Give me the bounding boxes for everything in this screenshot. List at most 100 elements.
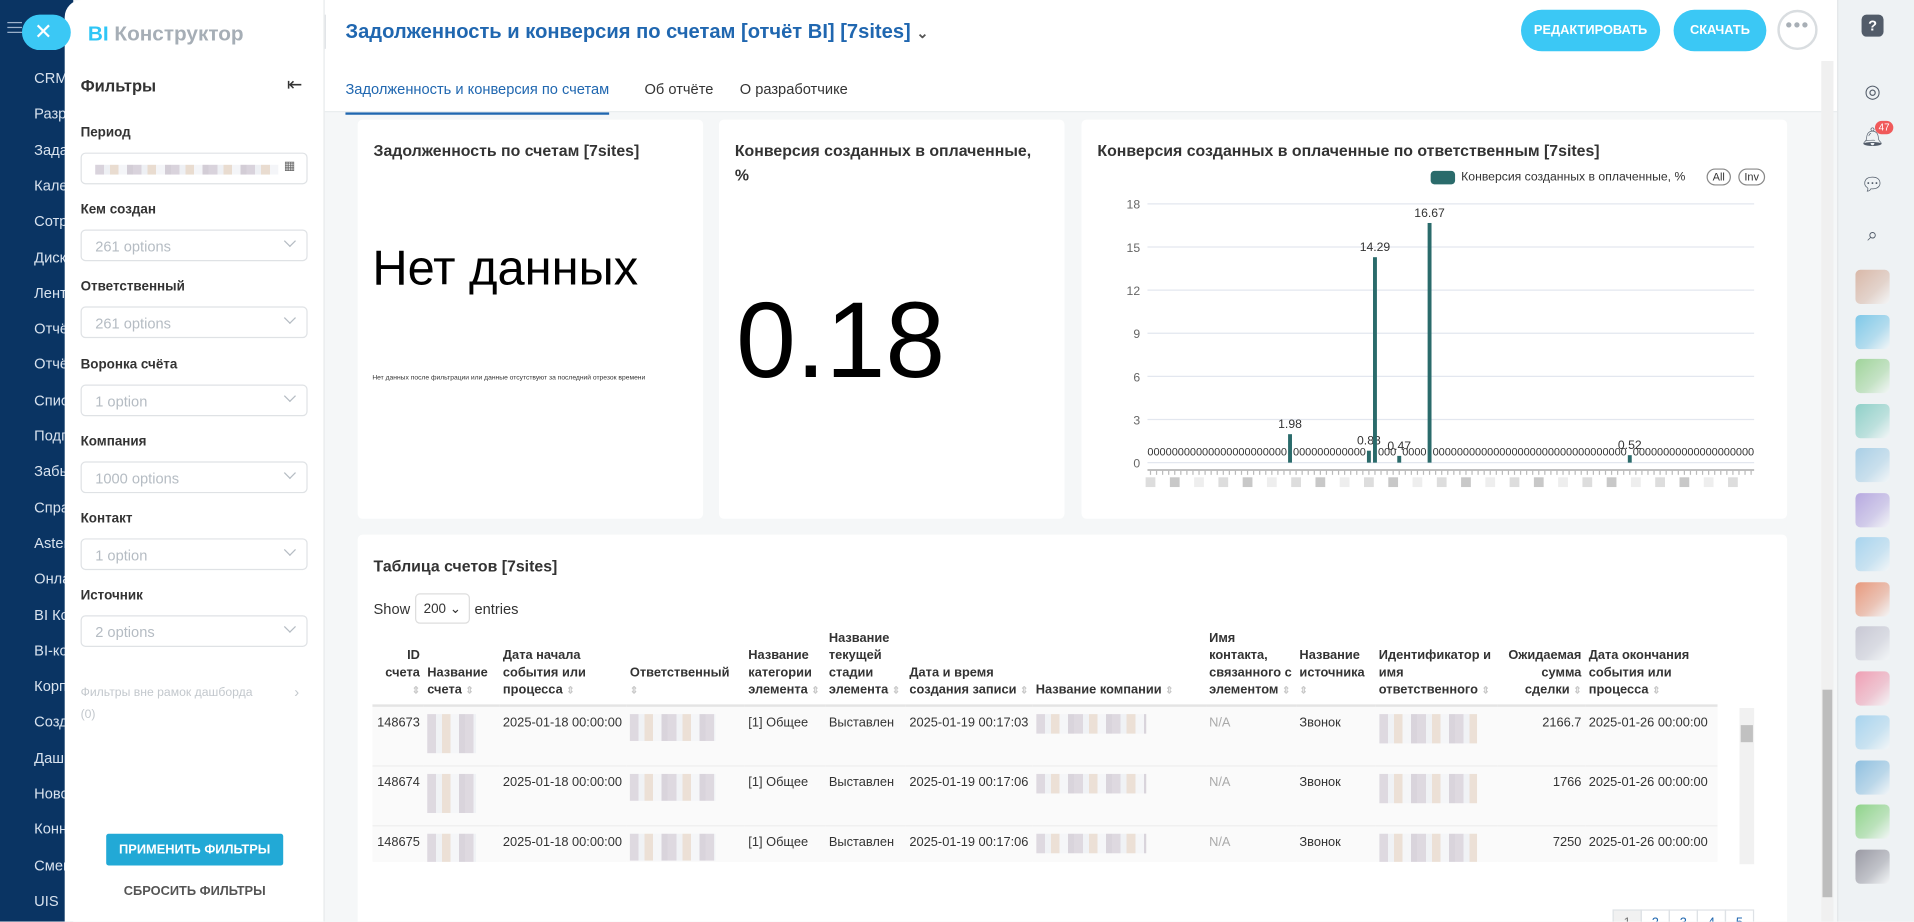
search-icon[interactable]: ⌕ bbox=[1859, 222, 1886, 249]
nav-item[interactable]: Спис bbox=[34, 391, 68, 408]
outside-filters-label[interactable]: Фильтры вне рамок дашборда bbox=[81, 686, 253, 699]
nav-item[interactable]: Корп bbox=[34, 678, 67, 695]
page-scrollbar[interactable] bbox=[1821, 61, 1834, 922]
nav-item[interactable]: Сотр bbox=[34, 213, 67, 230]
tab-about-developer[interactable]: О разработчике bbox=[740, 81, 848, 98]
close-panel-button[interactable]: ✕ bbox=[21, 14, 71, 51]
chevron-down-icon[interactable]: ⌄ bbox=[916, 24, 928, 41]
table-row[interactable]: 148675 2025-01-18 00:00:00 [1] Общее Выстав… bbox=[372, 825, 1717, 862]
avatar[interactable] bbox=[1855, 670, 1890, 705]
column-header[interactable]: Название источника ⇕ bbox=[1295, 629, 1376, 707]
nav-item[interactable]: Диск bbox=[34, 248, 66, 265]
help-icon[interactable]: ? bbox=[1861, 14, 1884, 37]
edit-button[interactable]: РЕДАКТИРОВАТЬ bbox=[1520, 9, 1661, 52]
page-button[interactable]: 1 bbox=[1612, 909, 1642, 922]
nav-item[interactable]: CRM bbox=[34, 70, 67, 87]
filter-select[interactable]: 1 option bbox=[80, 538, 308, 571]
sort-icon[interactable]: ⇕ bbox=[1652, 685, 1660, 696]
nav-item[interactable]: Зада bbox=[34, 141, 68, 158]
sort-icon[interactable]: ⇕ bbox=[1020, 685, 1028, 696]
column-header[interactable]: Название компании ⇕ bbox=[1032, 629, 1206, 707]
filter-select[interactable]: 1 option bbox=[80, 384, 308, 416]
sort-icon[interactable]: ⇕ bbox=[412, 685, 420, 696]
page-button[interactable]: 2 bbox=[1640, 909, 1670, 922]
bar[interactable] bbox=[1627, 455, 1632, 463]
table-scrollbar[interactable] bbox=[1739, 708, 1755, 865]
avatar[interactable] bbox=[1855, 314, 1890, 349]
nav-item[interactable]: Разр bbox=[34, 105, 66, 122]
sort-icon[interactable]: ⇕ bbox=[630, 685, 638, 696]
bar[interactable] bbox=[1397, 455, 1402, 463]
avatar[interactable] bbox=[1855, 804, 1890, 839]
table-row[interactable]: 148673 2025-01-18 00:00:00 [1] Общее Выстав… bbox=[372, 705, 1717, 767]
column-header[interactable]: Ответственный ⇕ bbox=[626, 629, 745, 707]
column-header[interactable]: Имя контакта, связанного с элементом ⇕ bbox=[1205, 629, 1296, 707]
bar[interactable] bbox=[1373, 257, 1377, 463]
collapse-panel-icon[interactable]: ⇤ bbox=[287, 73, 302, 95]
sort-icon[interactable]: ⇕ bbox=[465, 685, 473, 696]
sort-icon[interactable]: ⇕ bbox=[1481, 685, 1489, 696]
bar[interactable] bbox=[1288, 434, 1292, 463]
avatar[interactable] bbox=[1855, 759, 1890, 795]
bar[interactable] bbox=[1427, 222, 1432, 463]
nav-item[interactable]: Конн bbox=[34, 821, 67, 838]
table-row[interactable]: 148674 2025-01-18 00:00:00 [1] Общее Выстав… bbox=[372, 765, 1717, 827]
chat-icon[interactable]: 💬︎ bbox=[1859, 172, 1886, 199]
nav-item[interactable]: Ново bbox=[34, 785, 69, 802]
page-button[interactable]: 4 bbox=[1696, 909, 1727, 922]
filter-select[interactable]: 2 options bbox=[80, 615, 308, 648]
nav-item[interactable]: Отчё bbox=[34, 320, 68, 337]
nav-item[interactable]: BI Ко bbox=[34, 606, 69, 623]
avatar[interactable] bbox=[1855, 626, 1890, 661]
tab-debt-conversion[interactable]: Задолженность и конверсия по счетам bbox=[345, 81, 610, 115]
nav-item[interactable]: Лент bbox=[34, 284, 67, 301]
sort-icon[interactable]: ⇕ bbox=[892, 685, 900, 696]
avatar[interactable] bbox=[1855, 848, 1890, 884]
column-header[interactable]: Дата начала события или процесса ⇕ bbox=[499, 629, 627, 707]
avatar[interactable] bbox=[1855, 403, 1890, 438]
activity-icon[interactable]: ◎ bbox=[1859, 79, 1886, 106]
nav-item[interactable]: Отчё bbox=[34, 356, 68, 373]
filter-select[interactable]: 261 options bbox=[80, 306, 308, 339]
bar[interactable] bbox=[1366, 450, 1371, 463]
column-header[interactable]: Название счета ⇕ bbox=[423, 629, 500, 707]
scrollbar-thumb[interactable] bbox=[1822, 689, 1833, 898]
column-header[interactable]: Ожидаемая сумма сделки ⇕ bbox=[1497, 629, 1586, 707]
period-input[interactable]: ▦ bbox=[80, 152, 308, 185]
nav-item[interactable]: UIS bbox=[34, 892, 58, 909]
avatar[interactable] bbox=[1855, 358, 1890, 394]
column-header[interactable]: Название категории элемента ⇕ bbox=[744, 629, 826, 707]
filter-select[interactable]: 1000 options bbox=[80, 461, 308, 493]
avatar[interactable] bbox=[1855, 581, 1890, 616]
nav-item[interactable]: Кале bbox=[34, 177, 67, 194]
menu-icon[interactable] bbox=[7, 21, 22, 33]
apply-filters-button[interactable]: ПРИМЕНИТЬ ФИЛЬТРЫ bbox=[106, 833, 284, 866]
reset-filters-button[interactable]: СБРОСИТЬ ФИЛЬТРЫ bbox=[106, 884, 283, 899]
sort-icon[interactable]: ⇕ bbox=[1282, 685, 1290, 696]
sort-icon[interactable]: ⇕ bbox=[1299, 685, 1307, 696]
page-size-select[interactable]: 200 ⌄ bbox=[415, 593, 470, 624]
avatar[interactable] bbox=[1855, 492, 1890, 527]
column-header[interactable]: Дата и время создания записи ⇕ bbox=[905, 629, 1033, 707]
filter-select[interactable]: 261 options bbox=[80, 229, 308, 262]
sort-icon[interactable]: ⇕ bbox=[566, 685, 574, 696]
sort-icon[interactable]: ⇕ bbox=[1165, 685, 1173, 696]
sort-icon[interactable]: ⇕ bbox=[811, 685, 819, 696]
column-header[interactable]: Дата окончания события или процесса ⇕ bbox=[1585, 629, 1717, 707]
avatar[interactable] bbox=[1855, 537, 1890, 572]
calendar-icon[interactable]: ▦ bbox=[284, 160, 296, 173]
report-title[interactable]: Задолженность и конверсия по счетам [отч… bbox=[345, 21, 928, 44]
avatar[interactable] bbox=[1855, 715, 1890, 750]
chevron-right-icon[interactable]: › bbox=[294, 684, 299, 701]
column-header[interactable]: Название текущей стадии элемента ⇕ bbox=[825, 629, 906, 707]
tab-about-report[interactable]: Об отчёте bbox=[645, 81, 714, 98]
nav-item[interactable]: Aster bbox=[34, 535, 68, 552]
download-button[interactable]: СКАЧАТЬ bbox=[1673, 9, 1767, 52]
sort-icon[interactable]: ⇕ bbox=[1573, 685, 1581, 696]
nav-item[interactable]: Созд bbox=[34, 713, 68, 730]
column-header[interactable]: ID счета ⇕ bbox=[372, 629, 424, 707]
avatar[interactable] bbox=[1855, 269, 1890, 304]
column-header[interactable]: Идентификатор и имя ответственного ⇕ bbox=[1375, 629, 1498, 707]
more-button[interactable]: ••• bbox=[1777, 9, 1818, 51]
avatar[interactable] bbox=[1855, 447, 1890, 483]
